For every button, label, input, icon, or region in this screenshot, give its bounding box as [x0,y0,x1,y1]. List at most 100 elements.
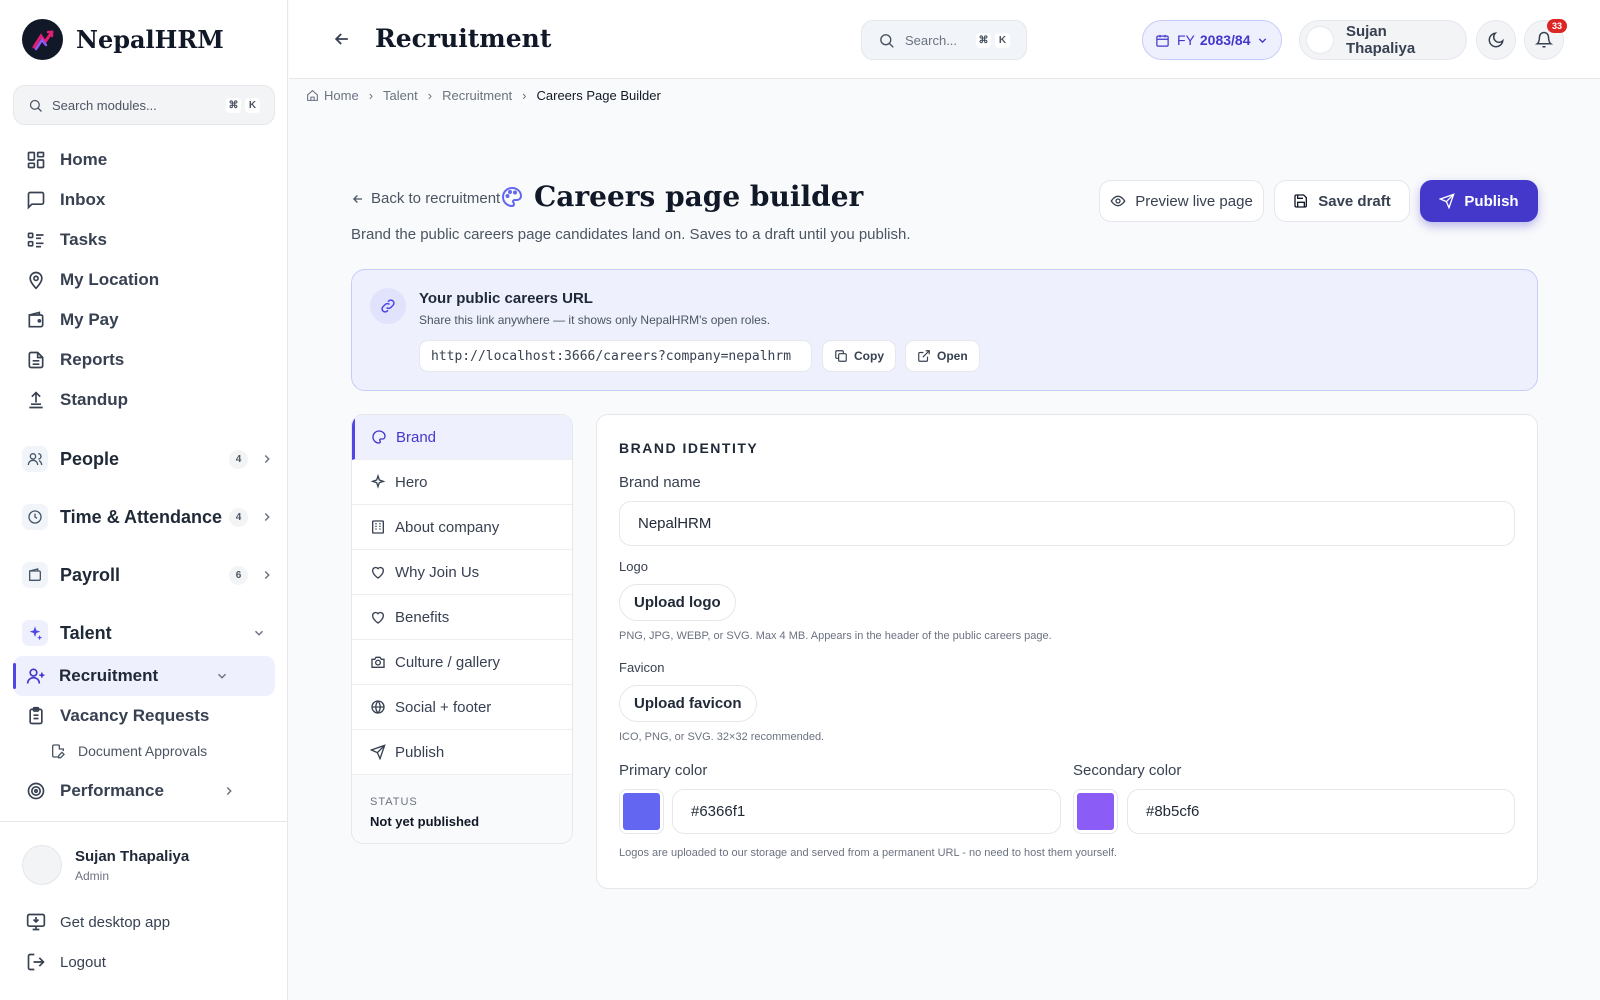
kbd-cmd: ⌘ [226,97,241,113]
secondary-color-label: Secondary color [1073,762,1182,779]
favicon-hint: ICO, PNG, or SVG. 32×32 recommended. [619,731,825,743]
sidebar: NepalHRM Search modules... ⌘ K Home Inbox… [0,0,288,1000]
publish-button[interactable]: Publish [1420,180,1538,222]
tab-hero[interactable]: Hero [352,460,572,505]
sidebar-group-talent[interactable]: Talent [22,620,274,646]
sidebar-item-label: Recruitment [59,666,159,685]
header-search-placeholder: Search... [905,32,958,48]
chevron-down-icon [254,630,264,636]
grid-icon [27,151,45,169]
sidebar-item-vacancy-requests[interactable]: Vacancy Requests [26,706,209,726]
chevron-down-icon [217,673,227,679]
tab-culture-gallery[interactable]: Culture / gallery [352,640,572,685]
tab-social-footer[interactable]: Social + footer [352,685,572,730]
sidebar-group-label: People [60,448,120,469]
primary-color-picker[interactable] [619,789,664,834]
upload-logo-button[interactable]: Upload logo [619,584,736,621]
back-arrow-button[interactable] [332,29,352,49]
divider [0,821,288,822]
sparkles-icon [370,474,386,489]
sidebar-group-time-attendance[interactable]: Time & Attendance 4 [22,504,274,530]
page-title-text: Careers page builder [534,180,864,213]
link-icon [370,288,406,324]
copy-url-button[interactable]: Copy [822,340,896,372]
tab-label: Culture / gallery [395,653,501,671]
sidebar-search-input[interactable]: Search modules... ⌘ K [13,85,275,125]
brand-name-input[interactable]: NepalHRM [619,501,1515,546]
public-url-field[interactable]: http://localhost:3666/careers?company=ne… [419,340,812,372]
preview-live-page-button[interactable]: Preview live page [1099,180,1264,222]
status-value: Not yet published [370,814,480,829]
save-draft-button[interactable]: Save draft [1274,180,1410,222]
tab-publish[interactable]: Publish [352,730,572,775]
tab-about-company[interactable]: About company [352,505,572,550]
user-plus-icon [26,668,45,684]
logout-button[interactable]: Logout [26,952,106,972]
brand-identity-panel: BRAND IDENTITY Brand name NepalHRM Logo … [596,414,1538,889]
eye-icon [1110,195,1126,207]
sidebar-item-tasks[interactable]: Tasks [26,230,107,250]
sidebar-item-label: Standup [60,390,128,409]
tab-label: Social + footer [395,698,492,716]
user-menu[interactable]: Sujan Thapaliya [1299,20,1467,60]
back-to-recruitment-link[interactable]: Back to recruitment [351,190,500,207]
sidebar-item-standup[interactable]: Standup [26,390,128,410]
sidebar-item-document-approvals[interactable]: Document Approvals [50,743,207,759]
public-url-card: Your public careers URL Share this link … [351,269,1538,391]
file-text-icon [28,351,44,369]
breadcrumb-talent[interactable]: Talent [383,88,418,103]
sidebar-item-my-pay[interactable]: My Pay [26,310,119,330]
send-icon [370,744,386,760]
clock-icon [22,504,48,530]
sidebar-user[interactable]: Sujan Thapaliya Admin [22,845,189,885]
brand-name-label: Brand name [619,474,701,491]
tab-label: Why Join Us [395,563,480,581]
status-label: STATUS [370,796,418,808]
tab-brand[interactable]: Brand [352,415,572,460]
tab-benefits[interactable]: Benefits [352,595,572,640]
count-badge: 4 [229,507,248,527]
sidebar-item-inbox[interactable]: Inbox [26,190,105,210]
sidebar-user-name: Sujan Thapaliya [75,847,190,865]
person-standing-icon [29,391,43,409]
sidebar-group-label: Payroll [60,564,121,585]
sidebar-item-label: Home [60,150,108,169]
sidebar-item-my-location[interactable]: My Location [26,270,159,290]
secondary-color-input[interactable]: #8b5cf6 [1127,789,1515,834]
logout-label: Logout [60,953,106,971]
logout-icon [27,953,45,971]
sparkles-icon [22,620,48,646]
header-search-input[interactable]: Search... ⌘ K [861,20,1027,60]
primary-color-input[interactable]: #6366f1 [672,789,1061,834]
page-subtitle: Brand the public careers page candidates… [351,226,911,243]
sidebar-group-people[interactable]: People 4 [22,446,274,472]
kbd-k: K [995,32,1010,48]
sidebar-item-home[interactable]: Home [26,150,107,170]
sidebar-item-reports[interactable]: Reports [26,350,124,370]
save-icon [1294,194,1308,208]
chevron-right-icon [264,454,270,464]
breadcrumb-recruitment[interactable]: Recruitment [442,88,512,103]
tab-why-join-us[interactable]: Why Join Us [352,550,572,595]
fiscal-year-select[interactable]: FY 2083/84 [1142,20,1282,60]
sidebar-item-label: Reports [60,350,125,369]
brand[interactable]: NepalHRM [22,19,224,60]
app-logo-icon [22,19,63,60]
notifications-button[interactable]: 33 [1524,19,1567,60]
sidebar-item-label: Tasks [60,230,107,249]
avatar [22,845,62,885]
secondary-color-picker[interactable] [1073,789,1118,834]
breadcrumb-home[interactable]: Home [324,88,359,103]
sidebar-item-recruitment[interactable]: Recruitment [13,656,275,696]
publish-label: Publish [1464,192,1519,210]
get-desktop-app-link[interactable]: Get desktop app [26,912,170,932]
page-title: Careers page builder [500,180,863,213]
fy-prefix: FY [1177,32,1195,48]
open-url-button[interactable]: Open [905,340,980,372]
theme-toggle-button[interactable] [1476,20,1516,60]
upload-favicon-button[interactable]: Upload favicon [619,685,757,722]
wallet-icon [28,311,44,328]
sidebar-group-payroll[interactable]: Payroll 6 [22,562,274,588]
copy-label: Copy [854,349,884,363]
sidebar-item-performance[interactable]: Performance [26,781,250,801]
